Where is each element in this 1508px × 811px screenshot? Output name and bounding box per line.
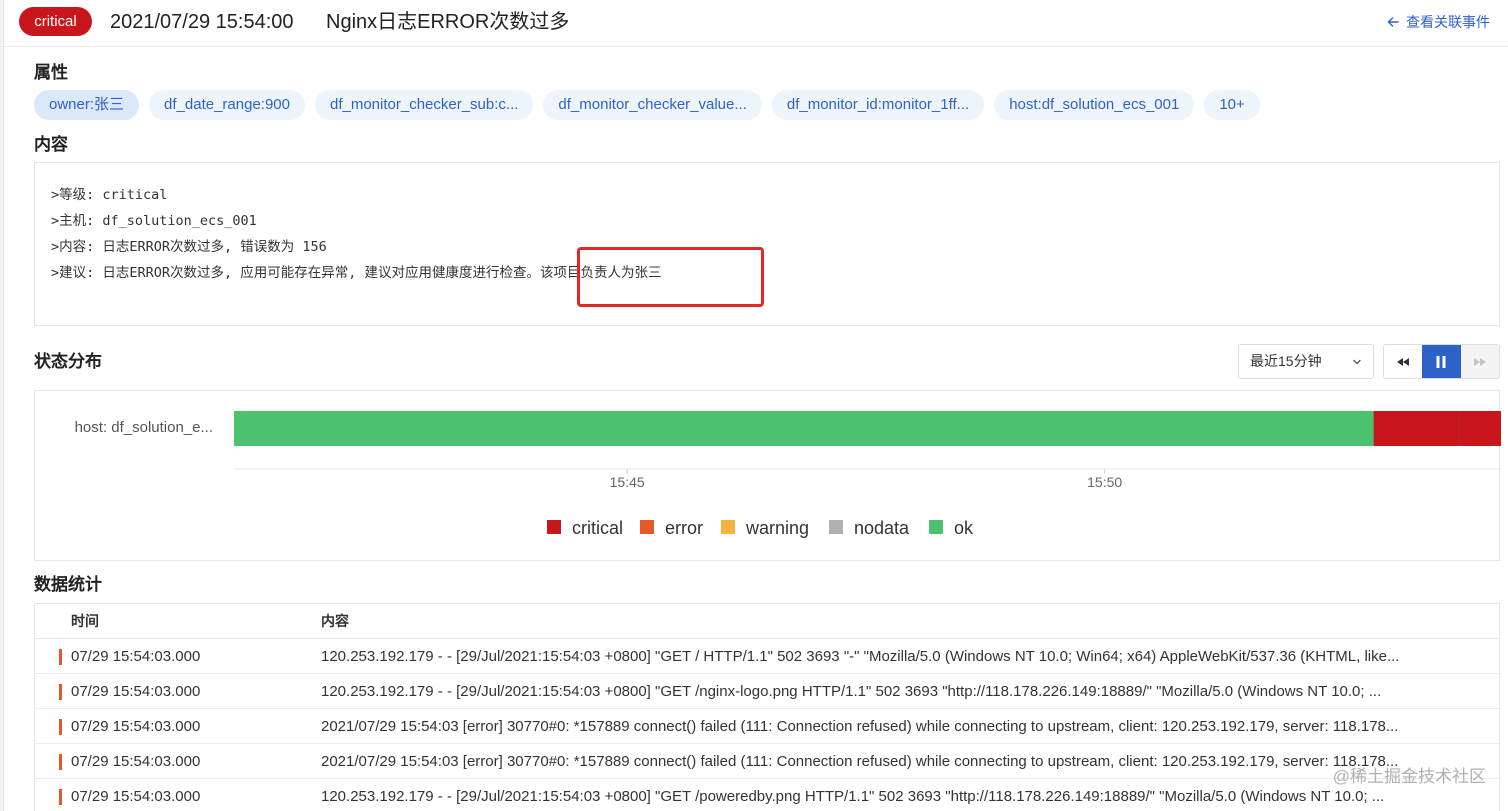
playback-controls — [1383, 344, 1500, 379]
row-message: 120.253.192.179 - - [29/Jul/2021:15:54:0… — [321, 788, 1385, 805]
status-marker — [59, 789, 62, 805]
legend-swatch-critical — [547, 520, 561, 534]
table-row[interactable]: 07/29 15:54:03.000 120.253.192.179 - - [2… — [35, 639, 1499, 674]
attribute-chip[interactable]: host:df_solution_ecs_001 — [994, 90, 1195, 120]
status-chart-svg: host: df_solution_e... 15:45 15:50 critical… — [75, 411, 1501, 538]
table-row[interactable]: 07/29 15:54:03.000 2021/07/29 15:54:03 [e… — [35, 744, 1499, 779]
row-time: 07/29 15:54:03.000 — [71, 753, 201, 770]
content-line-suggestion: >建议: 日志ERROR次数过多, 应用可能存在异常, 建议对应用健康度进行检查… — [51, 265, 662, 281]
status-segment-critical[interactable] — [1459, 411, 1501, 446]
status-chart: host: df_solution_e... 15:45 15:50 critical… — [34, 390, 1501, 561]
row-time: 07/29 15:54:03.000 — [71, 718, 201, 735]
row-message: 2021/07/29 15:54:03 [error] 30770#0: *15… — [321, 753, 1399, 770]
legend-swatch-ok — [929, 520, 943, 534]
legend-swatch-nodata — [829, 520, 843, 534]
stats-title: 数据统计 — [34, 575, 102, 594]
content-line-host: >主机: df_solution_ecs_001 — [51, 213, 257, 229]
x-axis-tick-label: 15:50 — [1087, 474, 1122, 490]
content-title: 内容 — [34, 135, 68, 154]
left-edge-strip — [0, 0, 4, 811]
table-row[interactable]: 07/29 15:54:03.000 120.253.192.179 - - [2… — [35, 674, 1499, 709]
forward-icon — [1473, 357, 1486, 366]
rewind-button[interactable] — [1384, 345, 1423, 378]
attribute-chip[interactable]: df_monitor_id:monitor_1ff... — [771, 90, 985, 120]
row-time: 07/29 15:54:03.000 — [71, 788, 201, 805]
table-header: 时间 内容 — [35, 604, 1499, 639]
content-line-detail: >内容: 日志ERROR次数过多, 错误数为 156 — [51, 239, 327, 255]
attribute-chip[interactable]: 10+ — [1204, 90, 1260, 120]
table-row[interactable]: 07/29 15:54:03.000 120.253.192.179 - - [2… — [35, 779, 1499, 811]
related-events-link[interactable]: 查看关联事件 — [1386, 12, 1490, 32]
column-header-time: 时间 — [71, 613, 99, 629]
stats-table: 时间 内容 07/29 15:54:03.000 120.253.192.179 … — [34, 603, 1500, 811]
row-time: 07/29 15:54:03.000 — [71, 683, 201, 700]
legend-label-ok[interactable]: ok — [954, 518, 974, 538]
arrow-left-icon — [1387, 17, 1399, 27]
status-marker — [59, 719, 62, 735]
legend-label-nodata[interactable]: nodata — [854, 518, 910, 538]
time-range-select[interactable]: 最近15分钟 — [1238, 344, 1374, 379]
time-range-value: 最近15分钟 — [1250, 353, 1322, 369]
pause-icon — [1436, 355, 1446, 368]
legend-swatch-error — [640, 520, 654, 534]
attribute-chip[interactable]: df_date_range:900 — [149, 90, 305, 120]
column-header-content: 内容 — [321, 613, 349, 629]
status-segment-critical[interactable] — [1373, 411, 1460, 446]
forward-button[interactable] — [1460, 345, 1499, 378]
status-marker — [59, 649, 62, 665]
table-row[interactable]: 07/29 15:54:03.000 2021/07/29 15:54:03 [e… — [35, 709, 1499, 744]
legend-label-error[interactable]: error — [665, 518, 703, 538]
attribute-chip[interactable]: df_monitor_checker_value... — [543, 90, 762, 120]
legend-label-critical[interactable]: critical — [572, 518, 623, 538]
event-title: Nginx日志ERROR次数过多 — [326, 11, 570, 33]
severity-badge: critical — [19, 7, 92, 36]
row-time: 07/29 15:54:03.000 — [71, 648, 201, 665]
pause-button[interactable] — [1422, 345, 1461, 378]
status-segment-ok[interactable] — [234, 411, 1374, 446]
x-axis-tick-label: 15:45 — [610, 474, 645, 490]
legend-swatch-warning — [721, 520, 735, 534]
row-message: 120.253.192.179 - - [29/Jul/2021:15:54:0… — [321, 648, 1400, 665]
attribute-chip[interactable]: df_monitor_checker_sub:c... — [314, 90, 534, 120]
attribute-chip[interactable]: owner:张三 — [34, 90, 140, 120]
status-title: 状态分布 — [34, 352, 102, 371]
chart-category-label: host: df_solution_e... — [75, 419, 213, 436]
attributes-title: 属性 — [34, 63, 68, 82]
row-message: 2021/07/29 15:54:03 [error] 30770#0: *15… — [321, 718, 1399, 735]
row-message: 120.253.192.179 - - [29/Jul/2021:15:54:0… — [321, 683, 1382, 700]
related-events-label: 查看关联事件 — [1406, 14, 1490, 30]
content-box: >等级: critical >主机: df_solution_ecs_001 >… — [34, 162, 1500, 326]
content-line-level: >等级: critical — [51, 187, 168, 203]
rewind-icon — [1397, 357, 1410, 366]
event-time: 2021/07/29 15:54:00 — [110, 11, 294, 33]
event-header: critical 2021/07/29 15:54:00 Nginx日志ERRO… — [0, 0, 1508, 47]
attribute-chips: owner:张三 df_date_range:900 df_monitor_chec… — [34, 90, 1260, 120]
status-marker — [59, 684, 62, 700]
chevron-down-icon — [1351, 345, 1363, 378]
status-marker — [59, 754, 62, 770]
legend-label-warning[interactable]: warning — [745, 518, 809, 538]
